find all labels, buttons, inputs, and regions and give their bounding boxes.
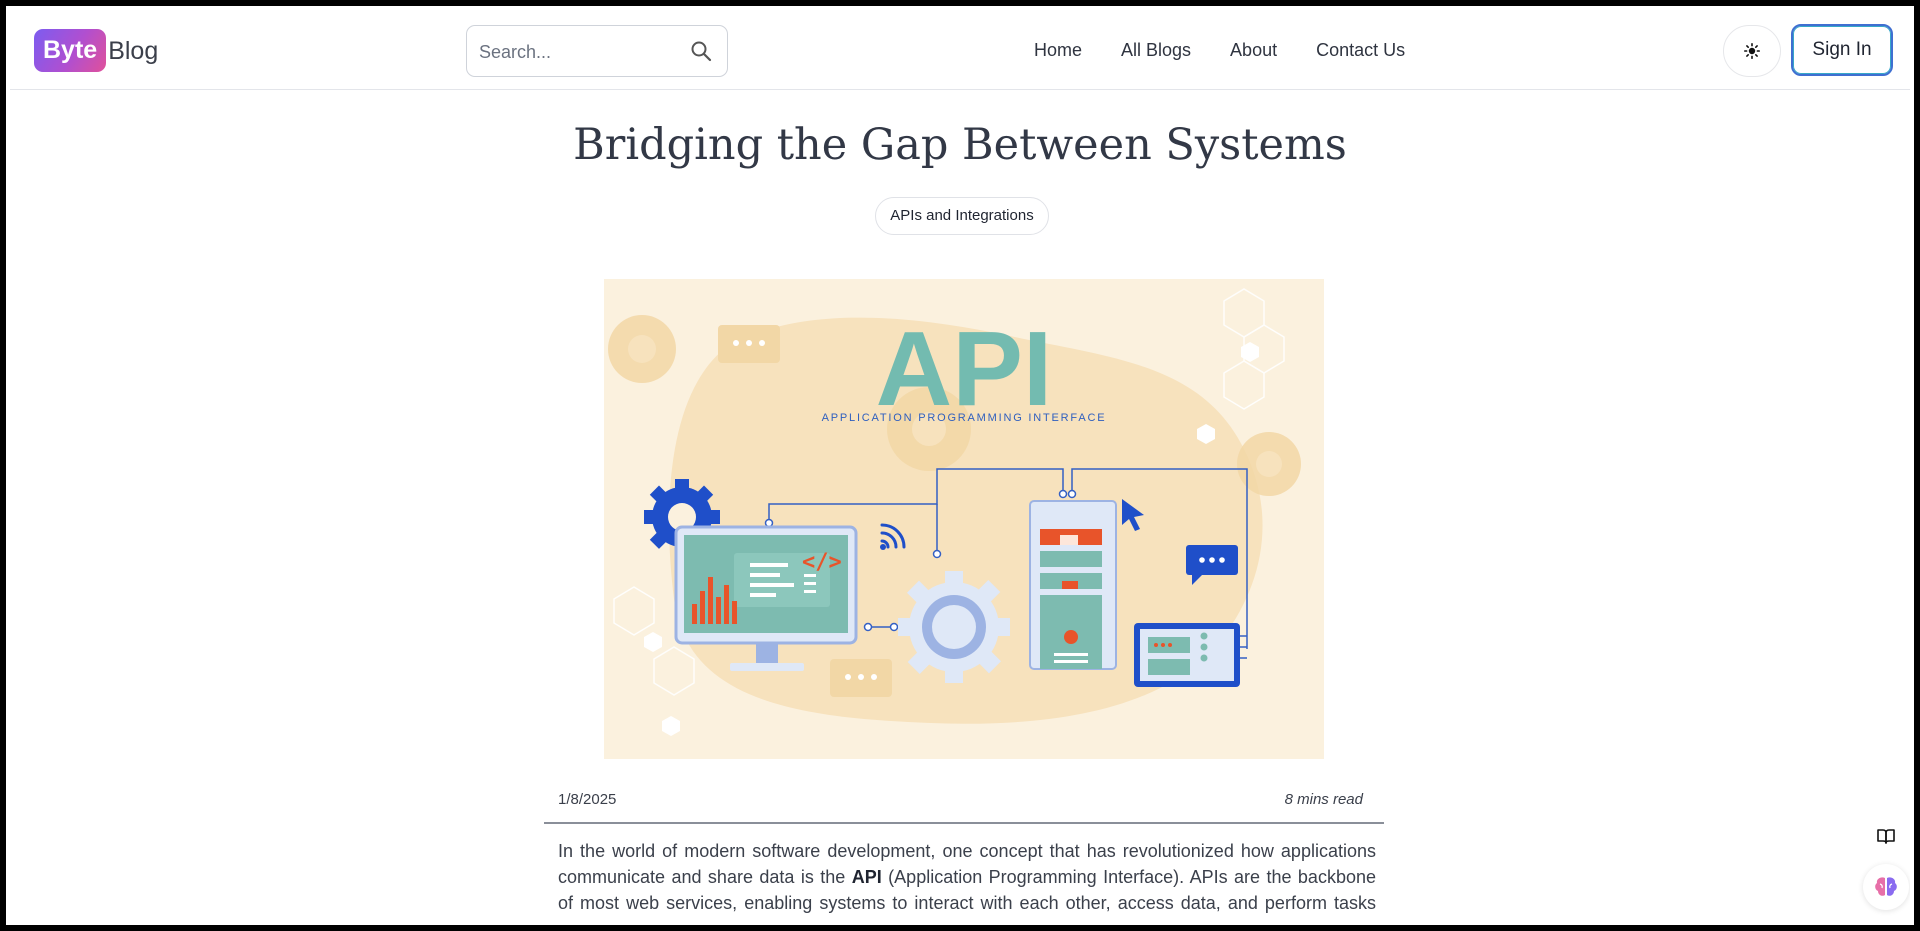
reading-mode-button[interactable]	[1872, 822, 1900, 850]
read-time: 8 mins read	[1284, 791, 1363, 808]
intro-bold-api: API	[851, 867, 882, 887]
brain-icon	[1875, 877, 1897, 896]
ai-assistant-button[interactable]	[1863, 864, 1909, 910]
theme-toggle-button[interactable]	[1723, 25, 1781, 77]
main-nav: Home All Blogs About Contact Us	[1034, 36, 1444, 64]
meta-divider	[544, 822, 1384, 824]
svg-text:</>: </>	[802, 550, 842, 575]
nav-home[interactable]: Home	[1034, 36, 1082, 64]
nav-all-blogs[interactable]: All Blogs	[1121, 36, 1191, 64]
logo-badge: Byte	[34, 29, 107, 72]
category-tag[interactable]: APIs and Integrations	[875, 197, 1049, 235]
sun-icon	[1744, 43, 1760, 59]
search-box	[466, 25, 728, 77]
image-headline: API	[876, 310, 1053, 428]
article-title: Bridging the Gap Between Systems	[573, 120, 1347, 170]
nav-contact-us[interactable]: Contact Us	[1316, 36, 1405, 64]
article-hero-image: API APPLICATION PROGRAMMING INTERFACE </…	[604, 279, 1324, 759]
image-subheadline: APPLICATION PROGRAMMING INTERFACE	[822, 412, 1107, 424]
nav-about[interactable]: About	[1230, 36, 1277, 64]
page-viewport: Byte Blog Home All Blogs About Contact U…	[10, 10, 1910, 921]
site-logo[interactable]: Byte Blog	[34, 29, 158, 72]
site-header: Byte Blog Home All Blogs About Contact U…	[10, 10, 1910, 90]
sign-in-button[interactable]: Sign In	[1791, 24, 1893, 76]
search-icon[interactable]	[689, 39, 713, 63]
logo-text: Blog	[108, 36, 159, 65]
search-input[interactable]	[479, 38, 679, 66]
publish-date: 1/8/2025	[558, 791, 617, 808]
book-open-icon	[1877, 829, 1895, 844]
article-intro: In the world of modern software developm…	[558, 838, 1376, 921]
api-illustration: API APPLICATION PROGRAMMING INTERFACE </…	[608, 288, 1301, 736]
